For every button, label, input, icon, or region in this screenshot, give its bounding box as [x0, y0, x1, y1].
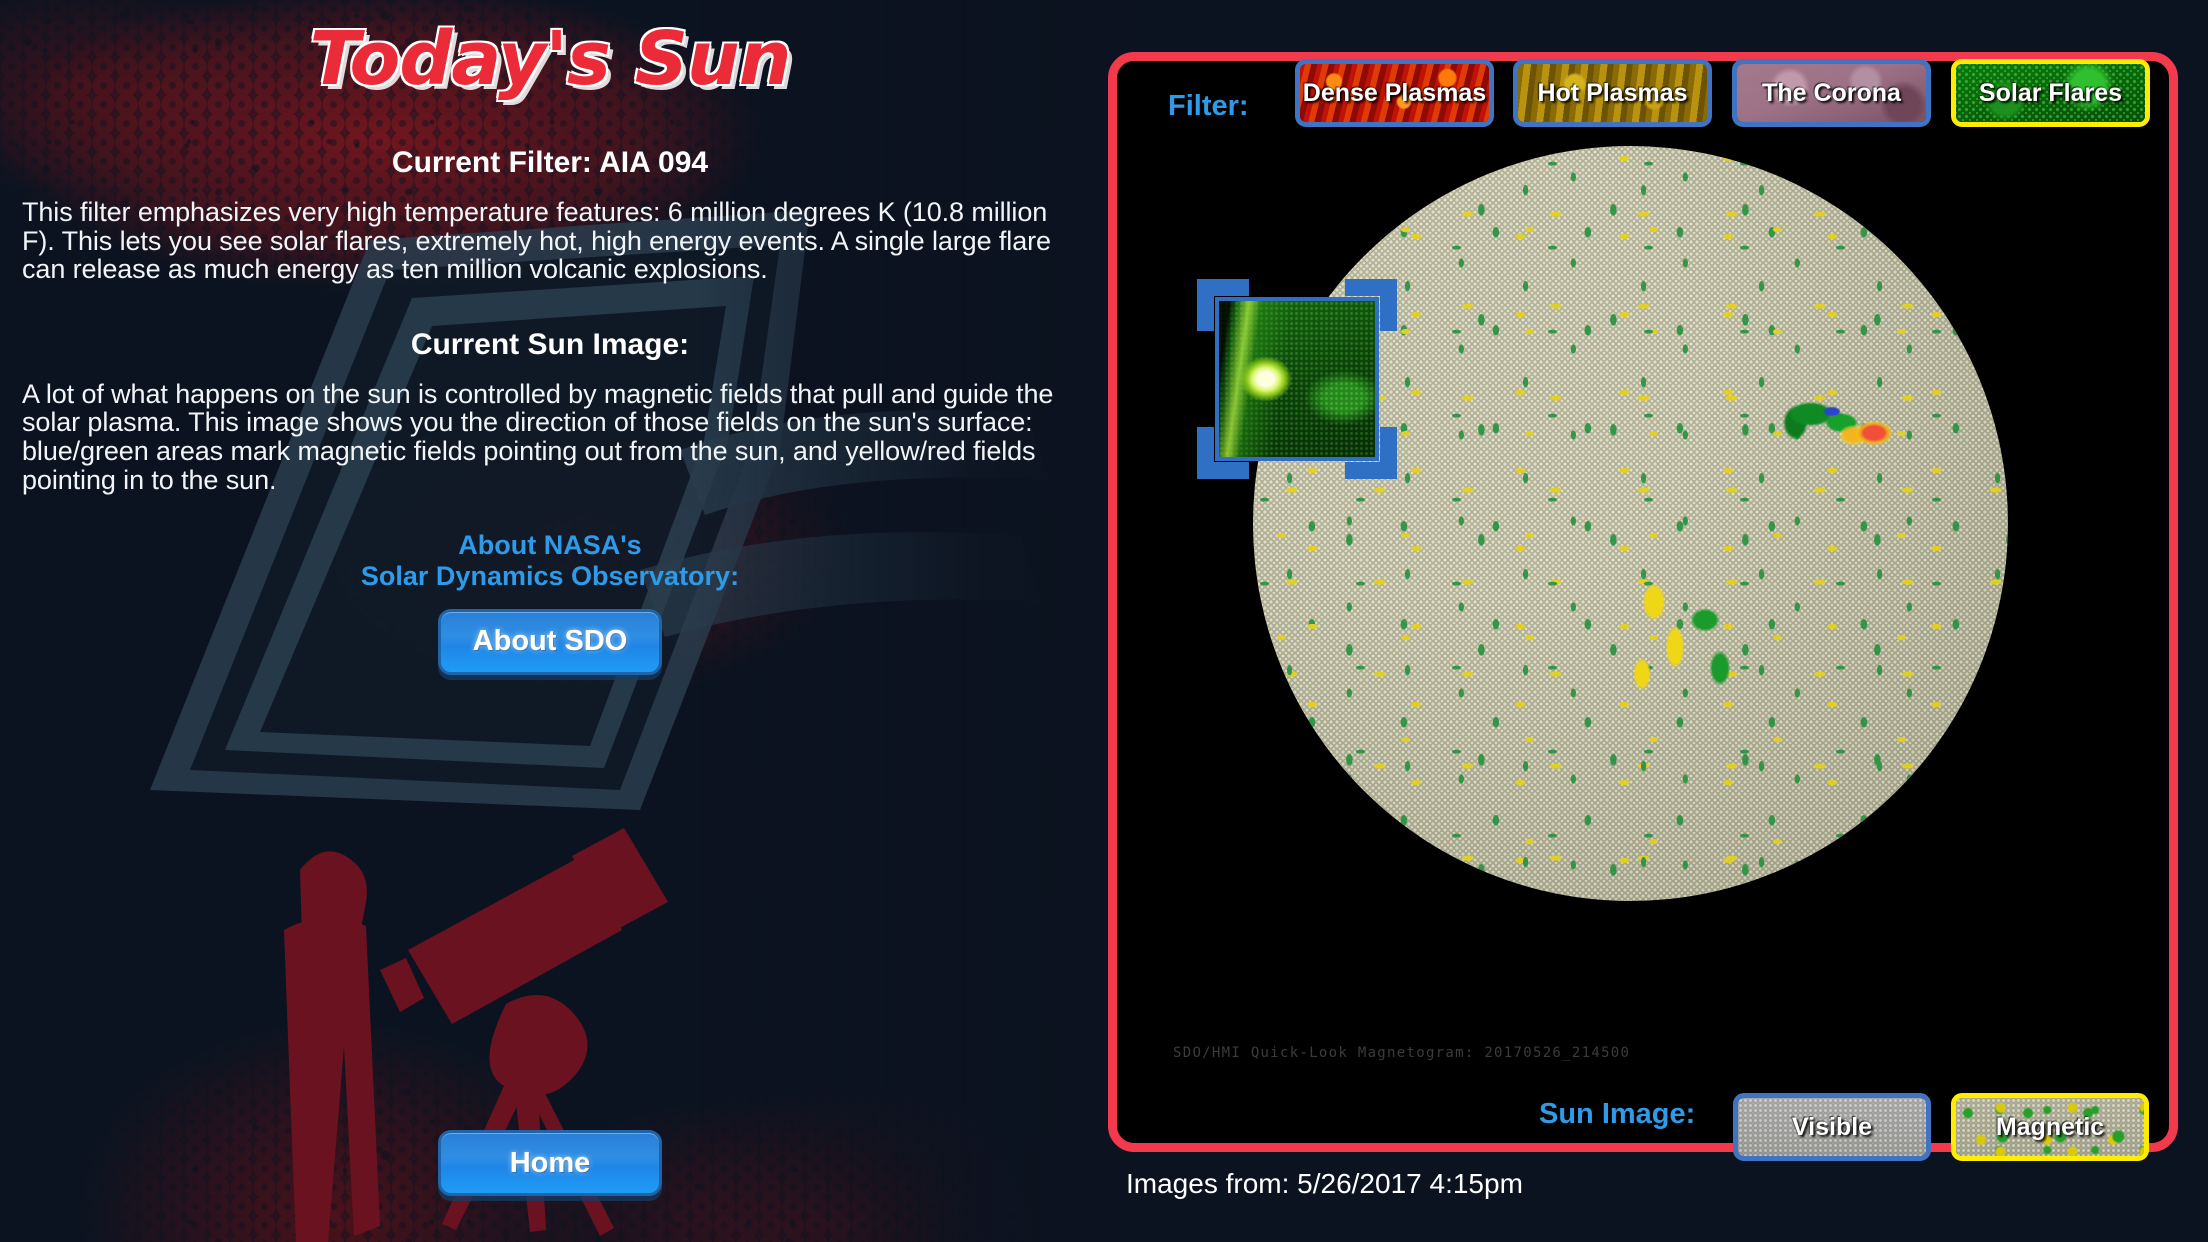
sun-image-button-visible[interactable]: Visible: [1733, 1093, 1931, 1161]
filter-button-solar-flares[interactable]: Solar Flares: [1951, 59, 2150, 127]
filter-button-hot-plasmas-label: Hot Plasmas: [1537, 78, 1688, 107]
about-sdo-link-line2: Solar Dynamics Observatory:: [360, 560, 740, 591]
about-sdo-link-line1: About NASA's: [458, 530, 642, 561]
current-sun-image-description: A lot of what happens on the sun is cont…: [22, 378, 1054, 495]
about-sdo-button[interactable]: About SDO: [438, 608, 662, 675]
home-button-label: Home: [509, 1146, 591, 1179]
home-button-wrap: Home: [0, 1130, 1100, 1196]
current-sun-image-heading: Current Sun Image:: [410, 327, 690, 361]
filter-button-hot-plasmas[interactable]: Hot Plasmas: [1513, 59, 1712, 127]
filter-button-solar-flares-label: Solar Flares: [1978, 78, 2123, 107]
sun-image-label: Sun Image:: [1539, 1098, 1696, 1130]
left-content-column: Today's Sun Current Filter: AIA 094 This…: [0, 0, 1100, 1242]
filter-button-the-corona[interactable]: The Corona: [1732, 59, 1931, 127]
home-button[interactable]: Home: [438, 1130, 662, 1196]
sun-image-button-magnetic-label: Magnetic: [1995, 1112, 2105, 1141]
current-filter-description: This filter emphasizes very high tempera…: [22, 197, 1051, 285]
magnetic-field-speckles: [1253, 146, 2008, 901]
sun-image-button-visible-label: Visible: [1791, 1112, 1873, 1141]
about-sdo-button-wrap: About SDO: [22, 608, 1078, 675]
sun-magnetogram-disc: [1253, 146, 2008, 901]
sun-image-stage: SDO/HMI Quick-Look Magnetogram: 20170526…: [1117, 61, 2169, 1143]
filter-button-dense-plasmas[interactable]: Dense Plasmas: [1295, 59, 1494, 127]
about-sdo-button-label: About SDO: [472, 625, 628, 658]
sun-viewer-panel: SDO/HMI Quick-Look Magnetogram: 20170526…: [1108, 52, 2178, 1152]
filter-button-dense-plasmas-label: Dense Plasmas: [1302, 78, 1487, 107]
sun-image-button-magnetic[interactable]: Magnetic: [1951, 1093, 2149, 1161]
active-region-hot: [1838, 414, 1899, 453]
southern-field-cluster: [1615, 568, 1766, 719]
images-date-line: Images from: 5/26/2017 4:15pm: [1126, 1168, 1523, 1199]
filter-label: Filter:: [1168, 90, 1249, 122]
flare-inset-group[interactable]: [1197, 279, 1397, 479]
app-root: Today's Sun Current Filter: AIA 094 This…: [0, 0, 2208, 1242]
current-filter-heading: Current Filter: AIA 094: [391, 146, 709, 179]
page-title: Today's Sun: [309, 16, 792, 102]
filter-button-the-corona-label: The Corona: [1762, 78, 1901, 107]
magnetogram-caption: SDO/HMI Quick-Look Magnetogram: 20170526…: [1173, 1045, 1631, 1061]
solar-flare-inset-image[interactable]: [1215, 297, 1379, 461]
about-sdo-link-text[interactable]: About NASA's Solar Dynamics Observatory:: [22, 530, 1078, 590]
